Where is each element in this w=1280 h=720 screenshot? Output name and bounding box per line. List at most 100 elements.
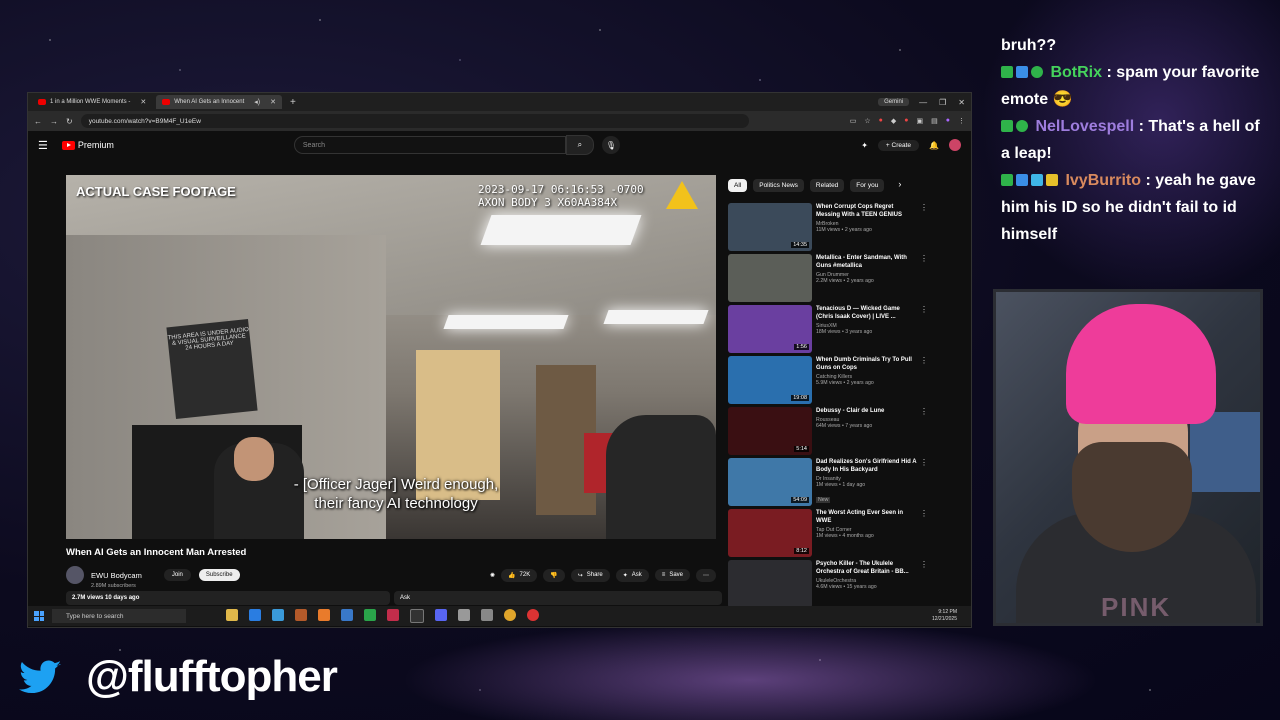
video-thumbnail[interactable]: 14:35	[728, 203, 812, 251]
recommendation-title[interactable]: When Corrupt Cops Regret Messing With a …	[816, 203, 918, 219]
like-button[interactable]: 👍 72K	[501, 568, 538, 582]
avatar[interactable]	[949, 139, 961, 151]
ask-button[interactable]: ✦ Ask	[615, 568, 649, 582]
video-thumbnail[interactable]: 5:14	[728, 407, 812, 455]
close-tab-icon[interactable]: ✕	[140, 98, 146, 106]
chip-politics-news[interactable]: Politics News	[753, 179, 804, 192]
more-options-icon[interactable]: ⋮	[920, 254, 928, 302]
youtube-logo[interactable]: Premium	[61, 140, 114, 150]
recommendation-item[interactable]: 1:56 Tenacious D — Wicked Game (Chris Isa…	[728, 305, 928, 353]
extension-icon[interactable]: ●	[879, 117, 883, 125]
close-tab-icon[interactable]: ✕	[270, 98, 276, 106]
video-thumbnail[interactable]	[728, 254, 812, 302]
tab-wwe[interactable]: 1 in a Million WWE Moments - ✕	[32, 95, 152, 109]
notification-bell-icon[interactable]: 🔔	[929, 141, 939, 150]
system-clock[interactable]: 9:12 PM 12/21/2025	[932, 609, 957, 623]
more-options-icon[interactable]: ⋮	[920, 509, 928, 557]
recommendation-title[interactable]: The Worst Acting Ever Seen in WWE	[816, 509, 918, 525]
subscribe-button[interactable]: Subscribe	[198, 569, 240, 581]
app-icon[interactable]	[481, 609, 493, 621]
menu-dots-icon[interactable]: ⋮	[958, 117, 965, 125]
app-icon[interactable]	[341, 609, 353, 621]
recommendation-item[interactable]: 5:14 Debussy - Clair de Lune Rousseau 64M v…	[728, 407, 928, 455]
windows-start-icon[interactable]	[34, 611, 44, 621]
more-options-icon[interactable]: ⋮	[920, 407, 928, 455]
video-player[interactable]: THIS AREA IS UNDER AUDIO & VISUAL SURVEI…	[66, 175, 716, 539]
puzzle-icon[interactable]: ▣	[917, 117, 924, 125]
file-explorer-icon[interactable]	[226, 609, 238, 621]
chevron-right-icon[interactable]: ›	[898, 179, 901, 192]
search-button[interactable]: ⌕	[565, 135, 594, 155]
recommendation-item[interactable]: Psycho Killer - The Ukulele Orchestra of…	[728, 560, 928, 608]
video-thumbnail[interactable]: 1:56	[728, 305, 812, 353]
recommendation-item[interactable]: 14:35 When Corrupt Cops Regret Messing Wi…	[728, 203, 928, 251]
close-window-icon[interactable]: ✕	[958, 98, 965, 107]
back-icon[interactable]: ←	[34, 117, 42, 126]
more-options-icon[interactable]: ⋮	[920, 203, 928, 251]
recommendation-title[interactable]: Psycho Killer - The Ukulele Orchestra of…	[816, 560, 918, 576]
cast-icon[interactable]: ▭	[850, 117, 857, 125]
join-button[interactable]: Join	[163, 569, 191, 581]
recommendation-item[interactable]: 19:08 When Dumb Criminals Try To Pull Gun…	[728, 356, 928, 404]
puzzle-icon[interactable]: ✦	[861, 141, 868, 150]
profile-icon[interactable]: ●	[946, 117, 950, 125]
edge-icon[interactable]	[249, 609, 261, 621]
dislike-button[interactable]: 👎	[543, 568, 565, 582]
app-icon[interactable]	[527, 609, 539, 621]
chat-username[interactable]: BotRix	[1050, 64, 1102, 81]
taskbar-search-input[interactable]: Type here to search	[52, 609, 186, 623]
sidebar-icon[interactable]: ▤	[931, 117, 938, 125]
bookmark-star-icon[interactable]: ☆	[864, 117, 870, 125]
create-button[interactable]: + Create	[877, 139, 920, 151]
more-options-icon[interactable]: ⋮	[920, 560, 928, 608]
discord-icon[interactable]	[435, 609, 447, 621]
more-options-icon[interactable]: ⋮	[920, 305, 928, 353]
more-options-icon[interactable]: ⋮	[920, 458, 928, 506]
chip-for-you[interactable]: For you	[850, 179, 885, 192]
recommendation-title[interactable]: Dad Realizes Son's Girlfriend Hid A Body…	[816, 458, 918, 474]
video-thumbnail[interactable]	[728, 560, 812, 608]
description-box[interactable]: 2.7M views 10 days ago	[66, 591, 390, 605]
recommendation-title[interactable]: Tenacious D — Wicked Game (Chris Isaak C…	[816, 305, 918, 321]
more-options-button[interactable]: ⋯	[696, 568, 716, 582]
search-input[interactable]: Search	[293, 136, 566, 154]
recommendation-item[interactable]: Metallica - Enter Sandman, With Guns #me…	[728, 254, 928, 302]
chip-all[interactable]: All	[728, 179, 748, 192]
ask-bar[interactable]: Ask	[394, 591, 722, 605]
chat-username[interactable]: IvyBurrito	[1065, 172, 1141, 189]
recommendation-item[interactable]: 8:12 The Worst Acting Ever Seen in WWE Tap…	[728, 509, 928, 557]
chrome-icon[interactable]	[504, 609, 516, 621]
video-thumbnail[interactable]: 19:08	[728, 356, 812, 404]
gemini-button[interactable]: Gemini	[878, 98, 910, 106]
chat-username[interactable]: NelLovespell	[1035, 118, 1134, 135]
recommendation-title[interactable]: Metallica - Enter Sandman, With Guns #me…	[816, 254, 918, 270]
channel-name[interactable]: EWU Bodycam	[91, 571, 142, 580]
extension-icon[interactable]: ●	[904, 117, 908, 125]
new-tab-icon[interactable]: +	[290, 97, 296, 108]
app-icon[interactable]	[295, 609, 307, 621]
hamburger-menu-icon[interactable]: ☰	[38, 139, 48, 152]
excel-icon[interactable]	[364, 609, 376, 621]
maximize-icon[interactable]: ❐	[939, 98, 946, 107]
tab-active-video[interactable]: When AI Gets an Innocent ◂) ✕	[156, 95, 283, 109]
video-thumbnail[interactable]: 54:09	[728, 458, 812, 506]
obs-icon[interactable]	[410, 609, 424, 623]
speaker-icon[interactable]: ◂)	[254, 98, 260, 106]
share-button[interactable]: ↪ Share	[570, 568, 610, 582]
chip-related[interactable]: Related	[809, 179, 845, 192]
firefox-icon[interactable]	[318, 609, 330, 621]
sparkle-icon[interactable]: ✺	[490, 572, 495, 579]
channel-avatar[interactable]	[66, 566, 84, 584]
extension-icon[interactable]: ◆	[891, 117, 896, 125]
minimize-icon[interactable]: —	[919, 98, 927, 107]
mic-button[interactable]: 🎙	[601, 136, 620, 154]
video-thumbnail[interactable]: 8:12	[728, 509, 812, 557]
more-options-icon[interactable]: ⋮	[920, 356, 928, 404]
app-icon[interactable]	[387, 609, 399, 621]
recommendation-item[interactable]: 54:09 Dad Realizes Son's Girlfriend Hid A…	[728, 458, 928, 506]
url-field[interactable]: youtube.com/watch?v=B9M4F_U1eEw	[80, 114, 749, 128]
recommendation-title[interactable]: When Dumb Criminals Try To Pull Guns on …	[816, 356, 918, 372]
save-button[interactable]: ≡ Save	[654, 569, 690, 581]
app-icon[interactable]	[458, 609, 470, 621]
reload-icon[interactable]: ↻	[66, 117, 73, 126]
